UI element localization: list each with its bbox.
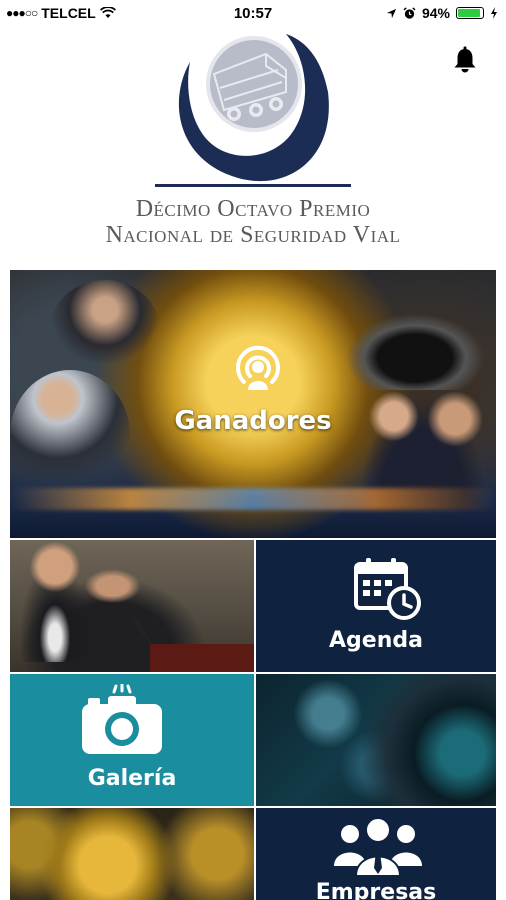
calendar-clock-icon <box>354 558 421 620</box>
app-header: Décimo Octavo Premio Nacional de Segurid… <box>0 26 506 270</box>
location-arrow-icon <box>386 8 397 18</box>
trophies-photo-tile <box>10 808 254 900</box>
podium <box>150 644 254 672</box>
battery-icon <box>456 7 484 19</box>
people-group-icon <box>334 817 422 877</box>
event-title-line2: Nacional de Seguridad Vial <box>105 222 401 248</box>
empresas-tile[interactable]: Empresas <box>256 808 496 900</box>
agenda-tile[interactable]: Agenda <box>256 540 496 672</box>
battery-percent: 94% <box>421 5 450 21</box>
notifications-bell-icon[interactable] <box>452 46 478 74</box>
logo-divider <box>155 184 351 187</box>
battery-fill <box>458 9 481 17</box>
empresas-label: Empresas <box>315 880 437 900</box>
status-bar: ●●●○○ TELCEL 10:57 94% <box>0 0 506 26</box>
camera-icon <box>82 684 162 754</box>
ganadores-tile[interactable]: Ganadores <box>10 270 496 538</box>
status-right: 94% <box>386 5 498 21</box>
galeria-tile[interactable]: Galería <box>10 674 254 806</box>
photo-speaker <box>10 540 100 662</box>
photo-person-vr <box>50 280 160 380</box>
alarm-clock-icon <box>403 6 416 19</box>
speaker-photo-tile <box>10 540 254 672</box>
charging-bolt-icon <box>491 7 497 19</box>
galeria-label: Galería <box>87 766 177 791</box>
camera-lens-photo-tile <box>256 674 496 806</box>
agenda-label: Agenda <box>329 628 423 653</box>
podcast-icon <box>236 345 280 390</box>
photo-motorcycle <box>340 310 490 390</box>
ganadores-label: Ganadores <box>174 406 332 436</box>
light-streak <box>10 488 496 510</box>
event-title-line1: Décimo Octavo Premio <box>135 196 371 222</box>
premio-seguridad-vial-logo <box>178 34 329 182</box>
